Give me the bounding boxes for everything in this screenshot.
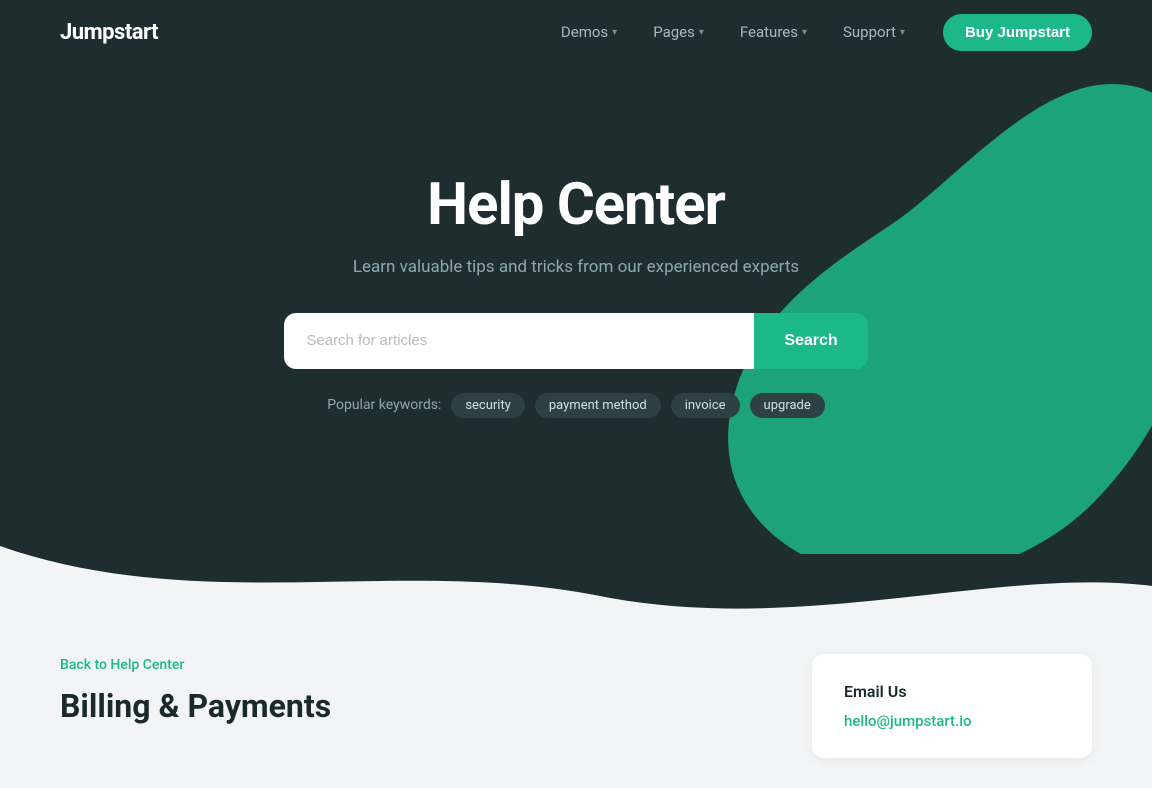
hero-content: Help Center Learn valuable tips and tric…	[0, 171, 1152, 418]
below-fold: Back to Help Center Billing & Payments E…	[0, 614, 1152, 788]
hero-section: Help Center Learn valuable tips and tric…	[0, 64, 1152, 554]
buy-button[interactable]: Buy Jumpstart	[943, 14, 1092, 51]
hero-subtitle: Learn valuable tips and tricks from our …	[20, 257, 1132, 277]
chevron-down-icon: ▾	[802, 27, 807, 38]
brand-logo[interactable]: Jumpstart	[60, 20, 158, 45]
popular-keywords: Popular keywords: security payment metho…	[20, 393, 1132, 418]
wave-decoration	[0, 546, 1152, 616]
hero-title: Help Center	[20, 171, 1132, 239]
page-heading: Billing & Payments	[60, 687, 772, 725]
wave-section	[0, 554, 1152, 614]
nav-item-pages[interactable]: Pages ▾	[639, 15, 718, 49]
keyword-payment-method[interactable]: payment method	[535, 393, 661, 418]
navbar: Jumpstart Demos ▾ Pages ▾ Features ▾ Sup…	[0, 0, 1152, 64]
nav-item-demos[interactable]: Demos ▾	[547, 15, 631, 49]
keywords-label: Popular keywords:	[327, 397, 441, 413]
nav-item-features[interactable]: Features ▾	[726, 15, 821, 49]
main-content: Back to Help Center Billing & Payments	[60, 654, 772, 725]
nav-item-support[interactable]: Support ▾	[829, 15, 919, 49]
contact-email[interactable]: hello@jumpstart.io	[844, 712, 972, 730]
sidebar-card: Email Us hello@jumpstart.io	[812, 654, 1092, 758]
nav-links: Demos ▾ Pages ▾ Features ▾ Support ▾ Buy…	[547, 14, 1092, 51]
chevron-down-icon: ▾	[900, 27, 905, 38]
search-row: Search	[20, 313, 1132, 369]
email-section-title: Email Us	[844, 682, 1060, 701]
keyword-security[interactable]: security	[451, 393, 525, 418]
keyword-upgrade[interactable]: upgrade	[750, 393, 825, 418]
search-button[interactable]: Search	[754, 313, 867, 369]
back-link[interactable]: Back to Help Center	[60, 657, 184, 673]
chevron-down-icon: ▾	[699, 27, 704, 38]
keyword-invoice[interactable]: invoice	[671, 393, 740, 418]
search-input[interactable]	[284, 313, 754, 369]
chevron-down-icon: ▾	[612, 27, 617, 38]
